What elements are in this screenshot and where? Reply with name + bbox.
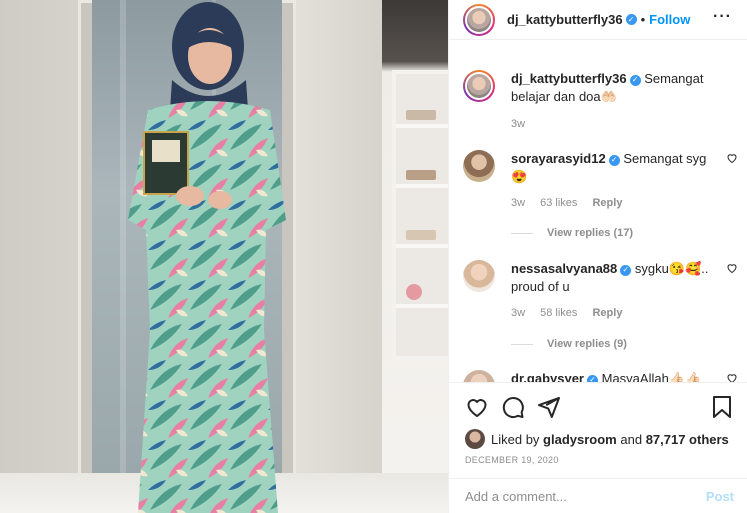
comment-avatar[interactable] xyxy=(463,260,495,292)
post-actions: Liked by gladysroom and 87,717 others DE… xyxy=(449,382,747,513)
liker-username[interactable]: gladysroom xyxy=(543,432,617,447)
comment-text: nessasalvyana88 ✓ sygku😘🥰.. proud of u xyxy=(511,260,717,296)
bookmark-icon[interactable] xyxy=(710,395,734,424)
comment-avatar[interactable] xyxy=(463,150,495,182)
likes-others-count[interactable]: 87,717 others xyxy=(646,432,729,447)
verified-badge-icon: ✓ xyxy=(629,74,641,86)
caption-username[interactable]: dj_kattybutterfly36 xyxy=(511,71,627,86)
post-header: dj_kattybutterfly36 ✓ • Follow ··· xyxy=(449,0,747,40)
comment-avatar[interactable] xyxy=(463,370,495,382)
reply-button[interactable]: Reply xyxy=(592,197,622,209)
post-comment-button[interactable]: Post xyxy=(706,489,734,504)
post-date[interactable]: DECEMBER 19, 2020 xyxy=(465,455,559,465)
photo-side-wall xyxy=(296,0,382,513)
share-icon[interactable] xyxy=(537,395,561,419)
comment-like-heart-icon[interactable] xyxy=(726,152,738,164)
photo-shelf xyxy=(392,70,448,360)
reply-button[interactable]: Reply xyxy=(592,307,622,319)
view-replies-button[interactable]: View replies (17) xyxy=(511,227,633,239)
caption-time[interactable]: 3w xyxy=(511,118,525,130)
verified-badge-icon: ✓ xyxy=(587,374,598,382)
comment-like-heart-icon[interactable] xyxy=(726,262,738,274)
comment-body: MasyaAllah👍🏻👍🏻 xyxy=(601,371,702,382)
comment-likes[interactable]: 58 likes xyxy=(540,307,577,319)
comment-item: nessasalvyana88 ✓ sygku😘🥰.. proud of u 3w… xyxy=(463,260,738,360)
author-username[interactable]: dj_kattybutterfly36 xyxy=(507,12,623,27)
post-side-panel: dj_kattybutterfly36 ✓ • Follow ··· dj_ka… xyxy=(448,0,747,513)
instagram-post: dj_kattybutterfly36 ✓ • Follow ··· dj_ka… xyxy=(0,0,747,513)
action-icons xyxy=(465,395,561,419)
author-avatar-ring[interactable] xyxy=(463,3,495,36)
more-options-icon[interactable]: ··· xyxy=(713,9,732,25)
verified-badge-icon: ✓ xyxy=(620,264,632,276)
follow-button[interactable]: Follow xyxy=(649,12,690,27)
comment-text: sorayarasyid12 ✓ Semangat syg😍 xyxy=(511,150,717,186)
heart-icon[interactable] xyxy=(465,395,489,419)
post-photo[interactable] xyxy=(0,0,448,513)
add-comment-input[interactable] xyxy=(465,489,706,504)
comment-time[interactable]: 3w xyxy=(511,197,525,209)
comment-icon[interactable] xyxy=(501,395,525,419)
comment-item: sorayarasyid12 ✓ Semangat syg😍 3w 63 like… xyxy=(463,150,738,250)
comment-time[interactable]: 3w xyxy=(511,307,525,319)
verified-badge-icon: ✓ xyxy=(608,154,620,166)
author-avatar[interactable] xyxy=(465,5,493,34)
comment-text: dr.gabysyer ✓ MasyaAllah👍🏻👍🏻 xyxy=(511,370,717,382)
separator-dot: • xyxy=(640,12,646,27)
comment-likes[interactable]: 63 likes xyxy=(540,197,577,209)
view-replies-button[interactable]: View replies (9) xyxy=(511,338,627,350)
comment-like-heart-icon[interactable] xyxy=(726,372,738,382)
comment-username[interactable]: nessasalvyana88 xyxy=(511,261,617,276)
likes-summary: Liked by gladysroom and 87,717 others xyxy=(465,429,729,449)
add-comment-bar: Post xyxy=(449,478,747,513)
comment-username[interactable]: dr.gabysyer xyxy=(511,371,584,382)
comment-meta: 3w 58 likes Reply xyxy=(511,307,634,319)
comment-item: dr.gabysyer ✓ MasyaAllah👍🏻👍🏻 xyxy=(463,370,738,382)
comment-meta: 3w 63 likes Reply xyxy=(511,197,634,209)
caption-meta: 3w xyxy=(511,118,537,130)
verified-badge-icon: ✓ xyxy=(625,14,637,25)
likes-conj: and xyxy=(620,431,643,447)
comment-username[interactable]: sorayarasyid12 xyxy=(511,151,606,166)
caption-text: dj_kattybutterfly36 ✓ Semangat belajar da… xyxy=(511,70,717,106)
likes-prefix: Liked by xyxy=(491,431,540,447)
comments-list[interactable]: dj_kattybutterfly36 ✓ Semangat belajar da… xyxy=(449,56,747,382)
caption-avatar[interactable] xyxy=(463,70,495,102)
photo-person xyxy=(128,2,286,513)
caption: dj_kattybutterfly36 ✓ Semangat belajar da… xyxy=(463,70,738,140)
liker-avatar[interactable] xyxy=(465,429,485,449)
